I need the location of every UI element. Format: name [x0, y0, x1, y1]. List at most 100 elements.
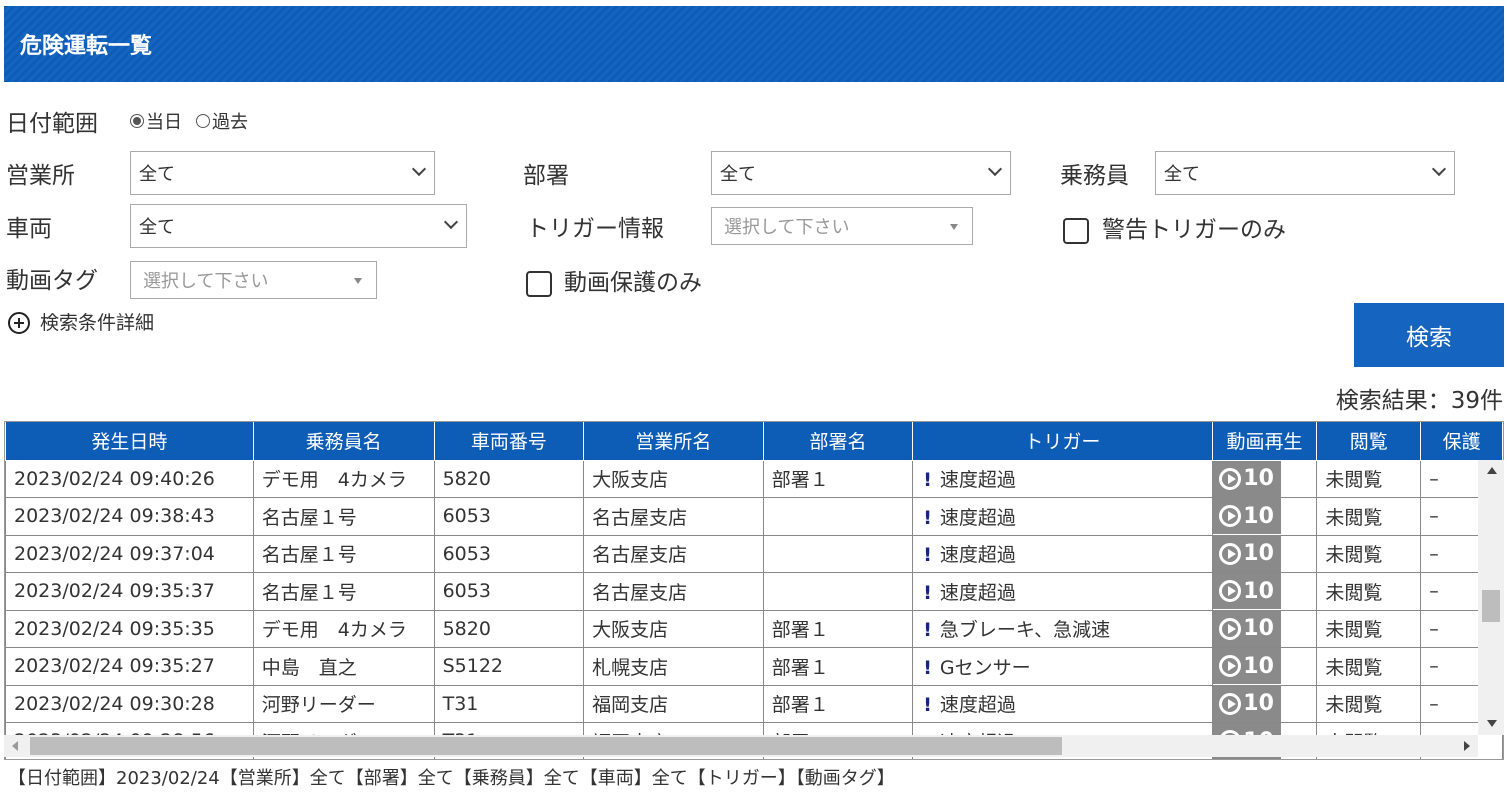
cell-datetime: 2023/02/24 09:38:43	[5, 497, 254, 536]
table-row[interactable]: 2023/02/24 09:38:43 名古屋１号 6053 名古屋支店! 速度超過 10…	[5, 497, 1503, 536]
cell-datetime: 2023/02/24 09:37:04	[5, 534, 254, 573]
cell-datetime: 2023/02/24 09:40:26	[5, 459, 254, 498]
cell-trigger: ! 速度超過	[912, 459, 1213, 498]
cell-vehicle: 6053	[433, 534, 585, 573]
cell-trigger: ! 速度超過	[912, 572, 1213, 611]
column-header[interactable]: トリガー	[912, 422, 1213, 461]
crew-select-value: 全て	[1164, 164, 1200, 185]
cell-dept	[762, 534, 914, 573]
cell-video: 10	[1211, 459, 1318, 498]
radio-today-icon[interactable]	[130, 114, 144, 128]
radio-today-label: 当日	[146, 112, 182, 133]
alert-icon: !	[923, 581, 932, 604]
cell-trigger: ! 速度超過	[912, 497, 1213, 536]
cell-vehicle: 5820	[433, 609, 585, 648]
scrollbar-thumb[interactable]	[1482, 590, 1500, 622]
cell-viewed: 未閲覧	[1316, 647, 1422, 686]
alert-icon: !	[923, 544, 932, 567]
play-icon	[1219, 617, 1242, 640]
play-video-button[interactable]: 10	[1213, 535, 1281, 572]
video-duration: 10	[1243, 503, 1274, 529]
column-header[interactable]: 部署名	[762, 422, 914, 461]
play-video-button[interactable]: 10	[1213, 610, 1281, 647]
column-header[interactable]: 乗務員名	[252, 422, 435, 461]
crew-select[interactable]: 全て	[1155, 151, 1455, 195]
trigger-text: 速度超過	[939, 694, 1016, 717]
search-conditions-summary: 【日付範囲】2023/02/24【営業所】全て【部署】全て【乗務員】全て【車両】…	[8, 768, 895, 789]
cell-crew: 名古屋１号	[252, 497, 435, 536]
warn-only-checkbox[interactable]	[1063, 218, 1089, 244]
play-video-button[interactable]: 10	[1213, 498, 1281, 535]
cell-office: 名古屋支店	[583, 572, 764, 611]
protect-only-checkbox[interactable]	[526, 271, 552, 297]
play-icon	[1219, 467, 1242, 490]
play-icon	[1219, 580, 1242, 603]
play-video-button[interactable]: 10	[1213, 573, 1281, 610]
cell-datetime: 2023/02/24 09:35:37	[5, 572, 254, 611]
play-video-button[interactable]: 10	[1213, 460, 1281, 497]
cell-office: 福岡支店	[583, 684, 764, 723]
trigger-text: 速度超過	[939, 544, 1016, 567]
cell-trigger: ! 急ブレーキ、急減速	[912, 609, 1213, 648]
caret-down-icon	[354, 278, 362, 284]
radio-past[interactable]: 過去	[196, 108, 248, 134]
trigger-select[interactable]: 選択して下さい	[711, 207, 973, 245]
table-row[interactable]: 2023/02/24 09:35:37 名古屋１号 6053 名古屋支店! 速度超過 10…	[5, 572, 1503, 611]
table-header-row: 発生日時 乗務員名 車両番号 営業所名 部署名 トリガー 動画再生 閲覧 保護	[5, 422, 1503, 461]
scroll-right-icon[interactable]	[1464, 741, 1470, 751]
play-icon	[1219, 692, 1242, 715]
trigger-select-placeholder: 選択して下さい	[724, 217, 850, 238]
video-tag-select[interactable]: 選択して下さい	[130, 261, 377, 299]
cell-vehicle: T31	[433, 684, 585, 723]
search-button[interactable]: 検索	[1354, 303, 1504, 367]
table-row[interactable]: 2023/02/24 09:30:28 河野リーダー T31 福岡支店 部署１! 速度超過…	[5, 684, 1503, 723]
plus-circle-icon[interactable]	[8, 312, 30, 334]
scroll-up-icon[interactable]	[1487, 467, 1497, 474]
date-range-radio-group: 当日 過去	[130, 108, 262, 134]
office-select[interactable]: 全て	[130, 151, 435, 195]
column-header[interactable]: 営業所名	[583, 422, 764, 461]
cell-vehicle: 5820	[433, 459, 585, 498]
scroll-down-icon[interactable]	[1487, 720, 1497, 727]
radio-today[interactable]: 当日	[130, 108, 182, 134]
cell-crew: 河野リーダー	[252, 684, 435, 723]
cell-dept: 部署１	[762, 609, 914, 648]
trigger-text: 速度超過	[939, 581, 1016, 604]
cell-vehicle: S5122	[433, 647, 585, 686]
cell-crew: 名古屋１号	[252, 572, 435, 611]
vertical-scrollbar[interactable]	[1478, 460, 1504, 735]
cell-video: 10	[1211, 534, 1318, 573]
column-header[interactable]: 動画再生	[1211, 422, 1318, 461]
video-duration: 10	[1243, 616, 1274, 642]
play-video-button[interactable]: 10	[1213, 648, 1281, 685]
column-header[interactable]: 車両番号	[433, 422, 585, 461]
cell-office: 大阪支店	[583, 609, 764, 648]
search-detail-toggle[interactable]: 検索条件詳細	[40, 308, 154, 335]
trigger-label: トリガー情報	[526, 216, 664, 242]
warn-only-label: 警告トリガーのみ	[1102, 217, 1286, 243]
table-row[interactable]: 2023/02/24 09:37:04 名古屋１号 6053 名古屋支店! 速度超過 10…	[5, 534, 1503, 573]
scrollbar-thumb[interactable]	[30, 737, 1062, 755]
cell-crew: デモ用 4カメラ	[252, 609, 435, 648]
cell-crew: 名古屋１号	[252, 534, 435, 573]
cell-video: 10	[1211, 497, 1318, 536]
cell-trigger: ! Gセンサー	[912, 647, 1213, 686]
radio-past-icon[interactable]	[196, 114, 210, 128]
column-header[interactable]: 閲覧	[1316, 422, 1422, 461]
cell-office: 名古屋支店	[583, 534, 764, 573]
column-header[interactable]: 発生日時	[5, 422, 254, 461]
table-row[interactable]: 2023/02/24 09:35:35 デモ用 4カメラ 5820 大阪支店 部署１! 急…	[5, 609, 1503, 648]
vehicle-select[interactable]: 全て	[130, 204, 467, 248]
chevron-down-icon	[411, 161, 427, 177]
table-row[interactable]: 2023/02/24 09:35:27 中島 直之 S5122 札幌支店 部署１! Gセン…	[5, 647, 1503, 686]
play-video-button[interactable]: 10	[1213, 685, 1281, 722]
column-header[interactable]: 保護	[1420, 422, 1503, 461]
horizontal-scrollbar[interactable]	[4, 735, 1478, 757]
dept-select[interactable]: 全て	[711, 151, 1011, 195]
alert-icon: !	[923, 694, 932, 717]
table-row[interactable]: 2023/02/24 09:40:26 デモ用 4カメラ 5820 大阪支店 部署１! 速…	[5, 459, 1503, 498]
cell-video: 10	[1211, 647, 1318, 686]
play-icon	[1219, 505, 1242, 528]
chevron-down-icon	[1431, 161, 1447, 177]
scroll-left-icon[interactable]	[12, 741, 18, 751]
